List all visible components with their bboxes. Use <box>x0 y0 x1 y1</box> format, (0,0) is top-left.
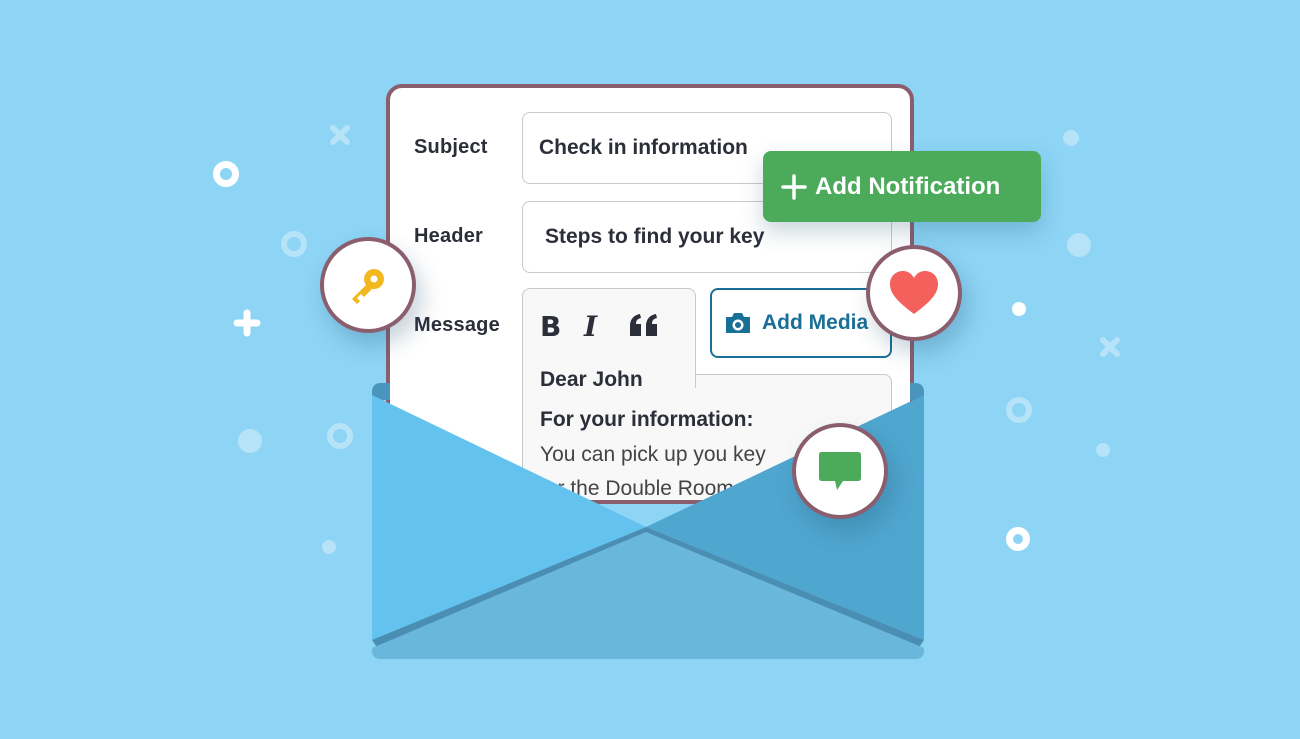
add-notification-button[interactable]: Add Notification <box>763 151 1041 222</box>
key-icon <box>352 269 384 304</box>
add-notification-label: Add Notification <box>815 173 1001 200</box>
envelope <box>372 383 924 659</box>
heart-icon <box>890 271 938 314</box>
chat-bubble-icon <box>819 452 861 490</box>
heart-badge <box>866 245 962 341</box>
plus-icon <box>781 174 807 200</box>
chat-badge <box>792 423 888 519</box>
key-badge <box>320 237 416 333</box>
